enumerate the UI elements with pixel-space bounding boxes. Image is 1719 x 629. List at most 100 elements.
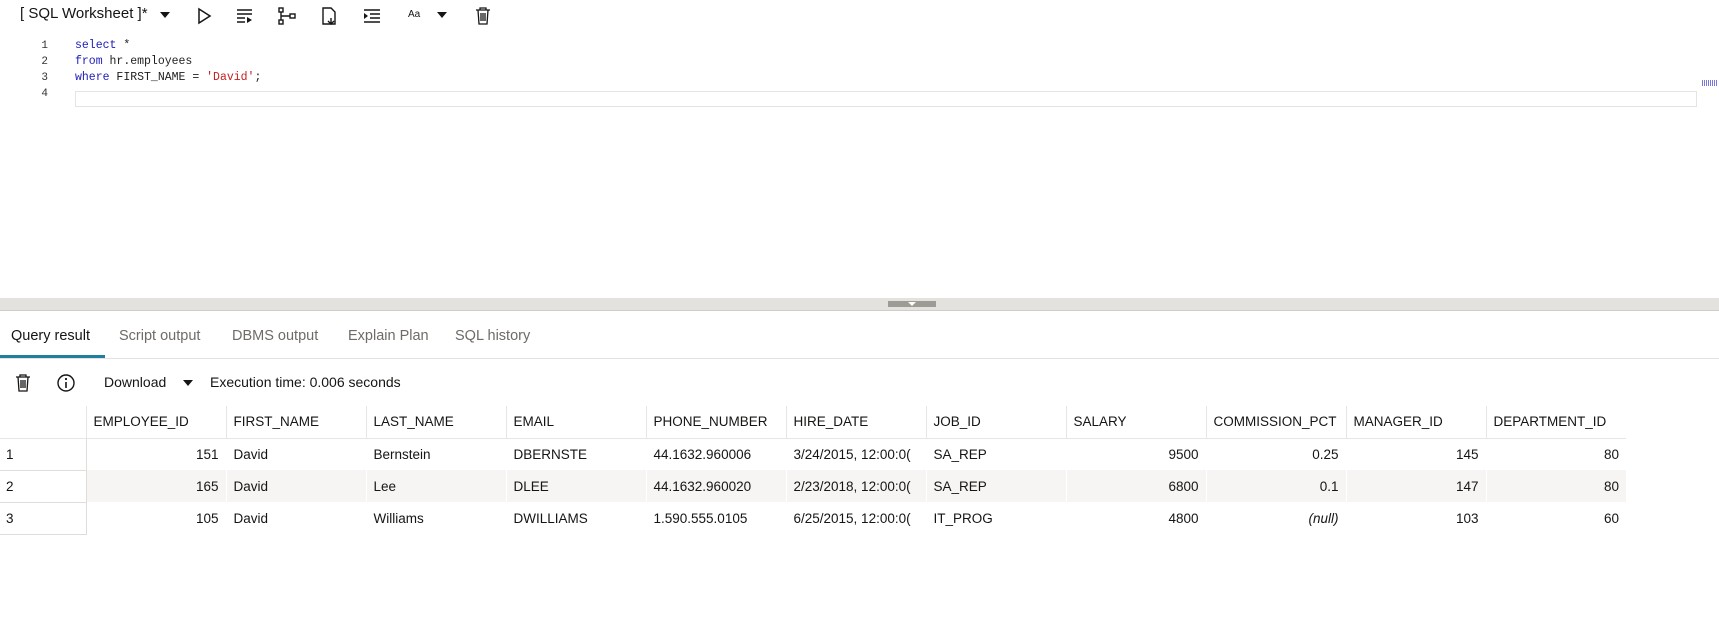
code-text[interactable]: select * bbox=[75, 38, 130, 54]
sql-token: ; bbox=[254, 71, 262, 84]
worksheet-menu-chevron-icon[interactable] bbox=[160, 12, 170, 18]
autotrace-icon[interactable] bbox=[317, 4, 341, 28]
code-text[interactable]: where FIRST_NAME = 'David'; bbox=[75, 70, 261, 86]
pane-splitter[interactable] bbox=[0, 298, 1719, 311]
column-header-job-id[interactable]: JOB_ID bbox=[925, 406, 1066, 439]
active-tab-indicator bbox=[0, 355, 105, 358]
table-cell[interactable]: DBERNSTE bbox=[506, 438, 646, 470]
code-text[interactable]: from hr.employees bbox=[75, 54, 192, 70]
line-number: 4 bbox=[41, 88, 48, 100]
table-cell[interactable]: 0.25 bbox=[1206, 438, 1346, 470]
table-cell[interactable]: 44.1632.960006 bbox=[646, 438, 786, 470]
table-cell[interactable]: SA_REP bbox=[926, 438, 1066, 470]
table-cell[interactable]: 151 bbox=[86, 438, 226, 470]
sql-keyword: from bbox=[75, 55, 103, 68]
header-row: EMPLOYEE_ID FIRST_NAME LAST_NAME EMAIL PHONE… bbox=[0, 406, 1626, 439]
table-cell[interactable]: 2/23/2018, 12:00:0( bbox=[786, 470, 926, 502]
table-cell[interactable]: David bbox=[226, 470, 366, 502]
execution-time: Execution time: 0.006 seconds bbox=[210, 374, 401, 390]
column-header-commission-pct[interactable]: COMMISSION_PCT bbox=[1205, 406, 1346, 439]
table-cell[interactable]: Williams bbox=[366, 502, 506, 534]
code-line[interactable]: 4 bbox=[0, 86, 1719, 102]
table-cell[interactable]: 6/25/2015, 12:00:0( bbox=[786, 502, 926, 534]
table-cell[interactable]: IT_PROG bbox=[926, 502, 1066, 534]
row-number[interactable]: 1 bbox=[0, 438, 87, 471]
column-header-phone-number[interactable]: PHONE_NUMBER bbox=[645, 406, 786, 439]
table-cell[interactable]: (null) bbox=[1206, 502, 1346, 534]
table-cell[interactable]: 1.590.555.0105 bbox=[646, 502, 786, 534]
table-cell[interactable]: DLEE bbox=[506, 470, 646, 502]
code-line[interactable]: 1 select * bbox=[0, 38, 1719, 54]
sql-token: FIRST_NAME = bbox=[109, 71, 207, 84]
run-icon[interactable] bbox=[192, 4, 216, 28]
table-cell[interactable]: David bbox=[226, 502, 366, 534]
tab-query-result[interactable]: Query result bbox=[11, 328, 90, 344]
line-number: 1 bbox=[41, 40, 48, 52]
sql-keyword: where bbox=[75, 71, 110, 84]
explain-plan-icon[interactable] bbox=[275, 4, 299, 28]
clear-results-icon[interactable] bbox=[12, 372, 34, 394]
column-header-first-name[interactable]: FIRST_NAME bbox=[225, 406, 366, 439]
table-cell[interactable]: 165 bbox=[86, 470, 226, 502]
line-number: 3 bbox=[41, 72, 48, 84]
row-number-header bbox=[0, 406, 86, 439]
download-chevron-icon[interactable] bbox=[183, 380, 193, 386]
download-button[interactable]: Download bbox=[104, 374, 166, 390]
tab-sql-history[interactable]: SQL history bbox=[455, 328, 530, 344]
info-icon[interactable] bbox=[55, 372, 77, 394]
table-cell[interactable]: Lee bbox=[366, 470, 506, 502]
column-header-manager-id[interactable]: MANAGER_ID bbox=[1345, 406, 1486, 439]
column-header-department-id[interactable]: DEPARTMENT_ID bbox=[1485, 406, 1626, 439]
table-cell[interactable]: 44.1632.960020 bbox=[646, 470, 786, 502]
font-size-chevron-icon[interactable] bbox=[437, 12, 447, 18]
tab-explain-plan[interactable]: Explain Plan bbox=[348, 328, 429, 344]
table-row[interactable]: 2 165 David Lee DLEE 44.1632.960020 2/23/2018,… bbox=[0, 470, 1626, 503]
sql-token: * bbox=[116, 39, 131, 52]
sql-keyword: select bbox=[75, 39, 117, 52]
table-row[interactable]: 1 151 David Bernstein DBERNSTE 44.1632.960006… bbox=[0, 438, 1626, 471]
result-table: EMPLOYEE_ID FIRST_NAME LAST_NAME EMAIL PHONE… bbox=[0, 406, 1626, 535]
table-cell[interactable]: Bernstein bbox=[366, 438, 506, 470]
collapse-chevron-icon[interactable] bbox=[888, 301, 936, 307]
tab-script-output[interactable]: Script output bbox=[119, 328, 200, 344]
table-cell[interactable]: 80 bbox=[1486, 438, 1626, 470]
result-toolbar: Download Execution time: 0.006 seconds bbox=[0, 362, 1719, 404]
row-number[interactable]: 2 bbox=[0, 470, 87, 503]
sql-token: hr.employees bbox=[102, 55, 193, 68]
font-size-icon[interactable]: Aa bbox=[408, 9, 420, 20]
table-cell[interactable]: 147 bbox=[1346, 470, 1486, 502]
table-cell[interactable]: 0.1 bbox=[1206, 470, 1346, 502]
result-tabs: Query result Script output DBMS output E… bbox=[0, 318, 1719, 359]
table-cell[interactable]: SA_REP bbox=[926, 470, 1066, 502]
code-line[interactable]: 3 where FIRST_NAME = 'David'; bbox=[0, 70, 1719, 86]
table-cell[interactable]: 80 bbox=[1486, 470, 1626, 502]
column-header-last-name[interactable]: LAST_NAME bbox=[365, 406, 506, 439]
table-cell[interactable]: 105 bbox=[86, 502, 226, 534]
format-icon[interactable] bbox=[360, 4, 384, 28]
column-header-hire-date[interactable]: HIRE_DATE bbox=[785, 406, 926, 439]
table-cell[interactable]: 6800 bbox=[1066, 470, 1206, 502]
worksheet-title[interactable]: [ SQL Worksheet ]* bbox=[20, 5, 148, 22]
minimap[interactable] bbox=[1702, 80, 1718, 86]
table-cell[interactable]: 3/24/2015, 12:00:0( bbox=[786, 438, 926, 470]
sql-string: 'David' bbox=[206, 71, 255, 84]
code-line[interactable]: 2 from hr.employees bbox=[0, 54, 1719, 70]
line-number: 2 bbox=[41, 56, 48, 68]
table-cell[interactable]: DWILLIAMS bbox=[506, 502, 646, 534]
table-cell[interactable]: 145 bbox=[1346, 438, 1486, 470]
table-cell[interactable]: 4800 bbox=[1066, 502, 1206, 534]
table-cell[interactable]: 103 bbox=[1346, 502, 1486, 534]
column-header-salary[interactable]: SALARY bbox=[1065, 406, 1206, 439]
table-row[interactable]: 3 105 David Williams DWILLIAMS 1.590.555.0105… bbox=[0, 502, 1626, 535]
column-header-email[interactable]: EMAIL bbox=[505, 406, 646, 439]
tab-dbms-output[interactable]: DBMS output bbox=[232, 328, 318, 344]
table-cell[interactable]: David bbox=[226, 438, 366, 470]
table-cell[interactable]: 60 bbox=[1486, 502, 1626, 534]
run-script-icon[interactable] bbox=[233, 4, 257, 28]
sql-editor[interactable]: 1 select * 2 from hr.employees 3 where FIRST_… bbox=[0, 38, 1719, 298]
clear-icon[interactable] bbox=[471, 4, 495, 28]
table-cell[interactable]: 9500 bbox=[1066, 438, 1206, 470]
column-header-employee-id[interactable]: EMPLOYEE_ID bbox=[85, 406, 226, 439]
row-number[interactable]: 3 bbox=[0, 502, 87, 535]
result-grid: EMPLOYEE_ID FIRST_NAME LAST_NAME EMAIL PHONE… bbox=[0, 406, 1626, 535]
